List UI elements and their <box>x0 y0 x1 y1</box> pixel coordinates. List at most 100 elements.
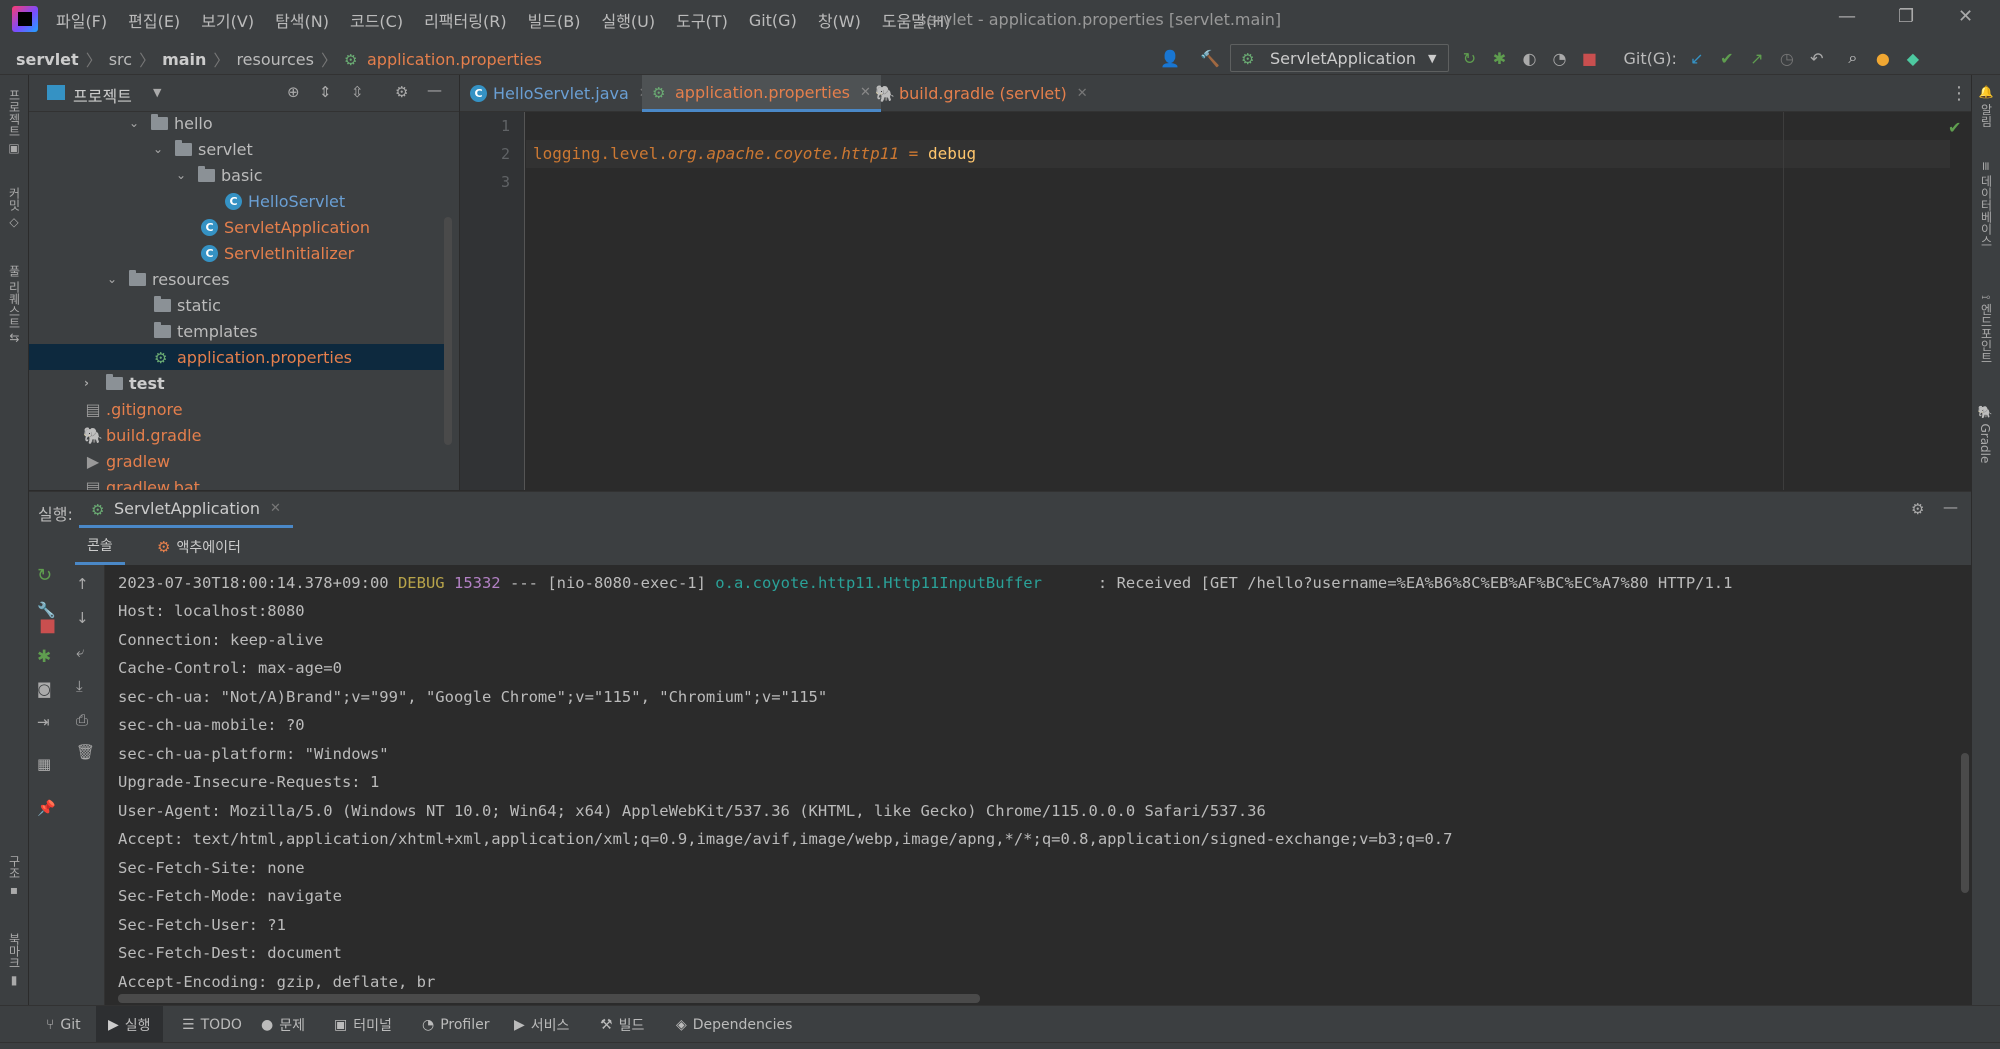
scrollbar-thumb[interactable] <box>1961 753 1969 893</box>
search-icon[interactable]: ⌕ <box>1843 48 1863 68</box>
project-tool-tab[interactable]: 프로젝트 ▣ <box>6 89 23 155</box>
print-icon[interactable]: ⎙ <box>76 711 88 729</box>
git-push-icon[interactable]: ↗ <box>1747 48 1767 68</box>
run-config-select[interactable]: ⚙ ServletApplication ▼ <box>1230 44 1450 72</box>
console-output[interactable]: 2023-07-30T18:00:14.378+09:00 DEBUG 1533… <box>106 565 1959 1005</box>
gear-icon[interactable]: ⚙ <box>395 83 408 101</box>
bookmarks-tool-tab[interactable]: 북마크 ▮ <box>6 933 23 987</box>
tree-item-servletapplication[interactable]: C ServletApplication <box>201 214 370 240</box>
stop-icon[interactable]: ■ <box>39 615 56 636</box>
console-vertical-scrollbar[interactable] <box>1959 565 1971 1005</box>
tree-item-build-gradle[interactable]: 🐘 build.gradle <box>83 422 201 448</box>
menu-edit[interactable]: 편집(E) <box>128 8 180 32</box>
up-arrow-icon[interactable]: ↑ <box>76 575 89 593</box>
hide-icon[interactable]: — <box>427 81 442 99</box>
trash-icon[interactable]: 🗑 <box>76 743 95 761</box>
breadcrumb-main[interactable]: main <box>162 50 206 69</box>
tree-scrollbar[interactable] <box>444 217 452 445</box>
menu-view[interactable]: 보기(V) <box>201 8 254 32</box>
rerun-icon[interactable]: ↻ <box>1459 48 1479 68</box>
tree-item-test[interactable]: › test <box>84 370 165 396</box>
stop-icon[interactable]: ■ <box>1579 48 1599 68</box>
tree-item-resources[interactable]: ⌄ resources <box>107 266 230 292</box>
tab-profiler[interactable]: ◔ Profiler <box>416 1006 496 1043</box>
tab-actuator[interactable]: ⚙ 액추에이터 <box>147 528 251 565</box>
project-panel-title[interactable]: 프로젝트 <box>73 83 132 107</box>
menu-run[interactable]: 실행(U) <box>601 8 655 32</box>
tab-build[interactable]: ⚒ 빌드 <box>594 1006 650 1043</box>
scroll-to-end-icon[interactable]: ⤓ <box>76 677 83 695</box>
debug-icon[interactable]: ✱ <box>1489 48 1509 68</box>
tree-item-application-properties[interactable]: ⚙ application.properties <box>29 344 449 370</box>
coverage-icon[interactable]: ◐ <box>1519 48 1539 68</box>
tab-build-gradle[interactable]: 🐘 build.gradle (servlet) ✕ <box>865 75 1098 112</box>
chevron-down-icon[interactable]: ⌄ <box>176 168 192 182</box>
more-icon[interactable]: ⋮ <box>1950 83 1968 104</box>
restore-icon[interactable]: ❐ <box>1898 6 1914 27</box>
tab-problems[interactable]: ● 문제 <box>255 1006 311 1043</box>
tab-terminal[interactable]: ▣ 터미널 <box>328 1006 398 1043</box>
menu-tools[interactable]: 도구(T) <box>676 8 728 32</box>
commit-tool-tab[interactable]: 커밋 ◇ <box>6 187 23 229</box>
menu-build[interactable]: 빌드(B) <box>528 8 581 32</box>
tab-services[interactable]: ▶ 서비스 <box>508 1006 575 1043</box>
history-icon[interactable]: ◷ <box>1777 48 1797 68</box>
collapse-all-icon[interactable]: ⇳ <box>351 83 364 101</box>
tree-item-servlet[interactable]: ⌄ servlet <box>153 136 253 162</box>
user-icon[interactable]: 👤 <box>1160 48 1180 68</box>
plugin-icon[interactable]: ◆ <box>1903 48 1923 68</box>
debug-icon[interactable]: ✱ <box>37 647 51 667</box>
chevron-down-icon[interactable]: ▼ <box>153 86 161 99</box>
profile-icon[interactable]: ◔ <box>1549 48 1569 68</box>
tree-item-templates[interactable]: templates <box>154 318 258 344</box>
tree-item-static[interactable]: static <box>154 292 221 318</box>
tree-item-gradlew-bat[interactable]: ▤ gradlew.bat <box>84 474 199 491</box>
chevron-right-icon[interactable]: › <box>84 376 100 390</box>
camera-icon[interactable]: ◙ <box>37 680 52 698</box>
build-hammer-icon[interactable]: 🔨 <box>1200 48 1220 68</box>
minimize-icon[interactable]: — <box>1838 6 1856 27</box>
database-tool-tab[interactable]: ≡ 데이터베이스 <box>1978 161 1995 247</box>
tab-run[interactable]: ▶ 실행 <box>96 1006 163 1043</box>
update-icon[interactable]: ● <box>1873 48 1893 68</box>
pin-icon[interactable]: 📌 <box>37 799 56 817</box>
close-icon[interactable]: ✕ <box>270 501 281 516</box>
hide-icon[interactable]: — <box>1943 498 1958 516</box>
rollback-icon[interactable]: ↶ <box>1807 48 1827 68</box>
chevron-down-icon[interactable]: ⌄ <box>153 142 169 156</box>
tree-item-helloservlet[interactable]: C HelloServlet <box>225 188 345 214</box>
tab-helloservlet[interactable]: CHelloServlet.java✕ <box>460 75 660 112</box>
menu-git[interactable]: Git(G) <box>749 11 797 30</box>
tree-item-servletinitializer[interactable]: C ServletInitializer <box>201 240 354 266</box>
tab-console[interactable]: 콘솔 <box>75 528 125 565</box>
endpoints-tool-tab[interactable]: ⟟ 엔드포인트 <box>1978 295 1995 363</box>
git-commit-icon[interactable]: ✔ <box>1717 48 1737 68</box>
code-editor[interactable]: 1 2 3 logging.level.org.apache.coyote.ht… <box>460 112 1971 490</box>
tab-todo[interactable]: ☰ TODO <box>176 1006 248 1043</box>
pull-requests-tool-tab[interactable]: 풀 리퀘스트 ⇵ <box>6 265 23 343</box>
run-tab-servletapplication[interactable]: ⚙ ServletApplication ✕ <box>79 492 293 528</box>
menu-code[interactable]: 코드(C) <box>350 8 403 32</box>
exit-icon[interactable]: ⇥ <box>37 713 50 731</box>
menu-navigate[interactable]: 탐색(N) <box>275 8 329 32</box>
menu-window[interactable]: 창(W) <box>818 8 861 32</box>
soft-wrap-icon[interactable]: ⤶ <box>76 643 84 661</box>
tab-git[interactable]: ⑂ Git <box>40 1006 87 1043</box>
breadcrumb-project[interactable]: servlet <box>16 50 79 69</box>
tree-item-gitignore[interactable]: ▤ .gitignore <box>84 396 182 422</box>
gear-icon[interactable]: ⚙ <box>1911 500 1924 518</box>
git-update-icon[interactable]: ↙ <box>1687 48 1707 68</box>
tree-item-gradlew[interactable]: ▶ gradlew <box>84 448 170 474</box>
breadcrumb-resources[interactable]: resources <box>236 50 314 69</box>
chevron-down-icon[interactable]: ⌄ <box>107 272 123 286</box>
menu-refactor[interactable]: 리팩터링(R) <box>424 8 506 32</box>
tab-dependencies[interactable]: ◈ Dependencies <box>670 1006 798 1043</box>
menu-file[interactable]: 파일(F) <box>56 8 107 32</box>
gradle-tool-tab[interactable]: 🐘 Gradle <box>1978 405 1992 463</box>
inspection-ok-icon[interactable]: ✔ <box>1948 118 1961 137</box>
expand-all-icon[interactable]: ⇕ <box>319 83 332 101</box>
tree-item-basic[interactable]: ⌄ basic <box>176 162 263 188</box>
chevron-down-icon[interactable]: ⌄ <box>129 116 145 130</box>
rerun-icon[interactable]: ↻ <box>37 565 52 586</box>
breadcrumb-src[interactable]: src <box>109 50 132 69</box>
